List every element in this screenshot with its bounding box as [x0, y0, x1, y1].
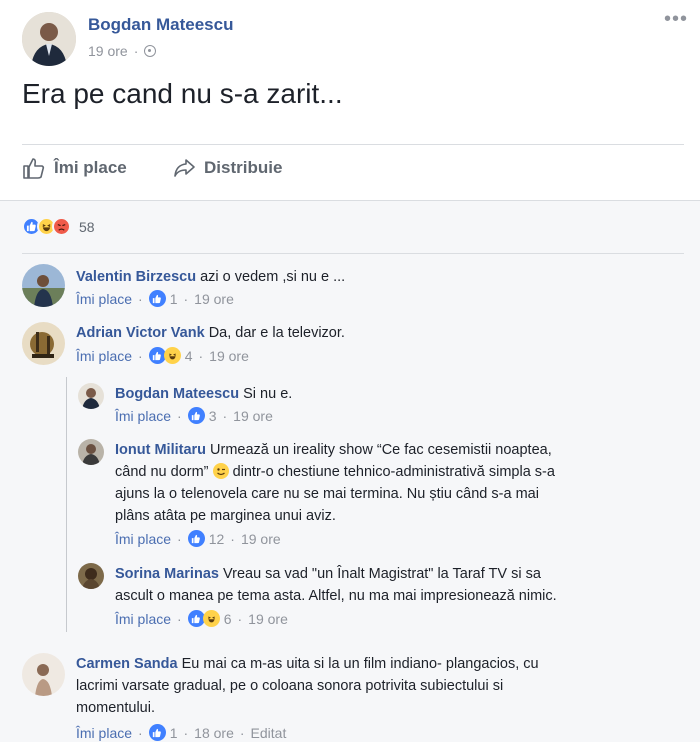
comment-text: Da, dar e la televizor.	[208, 325, 345, 341]
comment-body: Bogdan Mateescu Si nu e.	[115, 383, 292, 405]
thumbs-up-icon	[23, 158, 45, 179]
reply-thread-line	[66, 377, 67, 632]
comment-time[interactable]: 19 ore	[209, 348, 249, 364]
comment-like-count[interactable]: 3	[209, 408, 217, 424]
separator: ·	[177, 530, 182, 547]
comment-like-link[interactable]: Îmi place	[115, 408, 171, 424]
post-text: Era pe cand nu s-a zarit...	[22, 78, 343, 109]
comment-body: Adrian Victor Vank Da, dar e la televizo…	[76, 322, 345, 344]
angry-reaction-icon	[52, 217, 71, 236]
comment-text: azi o vedem ,si nu e ...	[200, 269, 346, 285]
comment-like-link[interactable]: Îmi place	[115, 611, 171, 627]
comment-body: Carmen Sanda Eu mai ca m-as uita si la u…	[76, 653, 676, 719]
post-meta: 19 ore ·	[88, 43, 157, 59]
commenter-avatar[interactable]	[78, 439, 104, 465]
comment-text: ascult o manea pe tema asta. Altfel, nu …	[115, 588, 557, 604]
commenter-avatar[interactable]	[22, 322, 65, 365]
comment-footer: Îmi place · 1 · 19 ore	[76, 290, 234, 307]
comment-like-count[interactable]: 12	[209, 531, 225, 547]
divider	[22, 144, 684, 145]
comment-like-count[interactable]: 1	[170, 291, 178, 307]
commenter-avatar[interactable]	[22, 264, 65, 307]
comment-text: dintr-o chestiune tehnico-administrativă…	[232, 464, 555, 480]
comment-text: Si nu e.	[243, 386, 293, 402]
post-author[interactable]: Bogdan Mateescu	[88, 15, 233, 35]
more-dots-icon[interactable]: •••	[664, 8, 688, 31]
comment-footer: Îmi place · 4 · 19 ore	[76, 347, 249, 364]
comment-time[interactable]: 19 ore	[233, 408, 273, 424]
comment-like-count[interactable]: 6	[224, 611, 232, 627]
haha-reaction-icon	[202, 610, 220, 627]
like-reaction-icon	[187, 530, 205, 547]
separator: ·	[138, 347, 143, 364]
comment-text: Vreau sa vad "un Înalt Magistrat" la Tar…	[222, 566, 541, 582]
commenter-name[interactable]: Carmen Sanda	[76, 656, 178, 672]
separator: ·	[183, 290, 189, 307]
commenter-avatar[interactable]	[22, 653, 65, 696]
comment-time[interactable]: 18 ore	[194, 725, 234, 741]
commenter-name[interactable]: Bogdan Mateescu	[115, 386, 239, 402]
separator: ·	[237, 610, 243, 627]
share-arrow-icon	[174, 159, 195, 177]
separator: ·	[177, 407, 182, 424]
edited-label[interactable]: Editat	[251, 725, 287, 741]
comment-body: Valentin Birzescu azi o vedem ,si nu e .…	[76, 266, 345, 288]
comment-footer: Îmi place · 1 · 18 ore · Editat	[76, 724, 286, 741]
separator: ·	[183, 724, 189, 741]
commenter-name[interactable]: Ionut Militaru	[115, 442, 206, 458]
comment-text: lacrimi varsate gradual, pe o coloana so…	[76, 678, 504, 694]
reaction-count: 58	[79, 218, 95, 235]
meta-separator: ·	[133, 43, 139, 59]
like-label: Îmi place	[54, 158, 127, 177]
like-reaction-icon	[187, 407, 205, 424]
separator: ·	[138, 724, 143, 741]
comment-text: ajuns la o telenovela care nu se mai ter…	[115, 486, 539, 502]
comment-body: Ionut Militaru Urmează un ireality show …	[115, 439, 655, 527]
share-button[interactable]: Distribuie	[172, 156, 282, 180]
like-reaction-icon	[148, 724, 166, 741]
comment-text: momentului.	[76, 700, 155, 716]
like-button[interactable]: Îmi place	[22, 156, 127, 180]
comment-like-link[interactable]: Îmi place	[115, 531, 171, 547]
divider	[22, 253, 684, 254]
commenter-name[interactable]: Valentin Birzescu	[76, 269, 196, 285]
globe-icon	[144, 45, 157, 57]
comments-section: 58 Valentin Birzescu azi o vedem ,si nu …	[0, 200, 700, 742]
comment-like-count[interactable]: 1	[170, 725, 178, 741]
commenter-avatar[interactable]	[78, 563, 104, 589]
commenter-name[interactable]: Sorina Marinas	[115, 566, 219, 582]
comment-like-link[interactable]: Îmi place	[76, 348, 132, 364]
separator: ·	[198, 347, 204, 364]
comment-time[interactable]: 19 ore	[194, 291, 234, 307]
comment-time[interactable]: 19 ore	[241, 531, 281, 547]
separator: ·	[230, 530, 235, 547]
comment-time[interactable]: 19 ore	[248, 611, 288, 627]
comment-like-link[interactable]: Îmi place	[76, 291, 132, 307]
comment-text: când nu dorm”	[115, 464, 209, 480]
comment-body: Sorina Marinas Vreau sa vad "un Înalt Ma…	[115, 563, 655, 607]
commenter-avatar[interactable]	[78, 383, 104, 409]
share-label: Distribuie	[204, 158, 283, 177]
reactions-summary[interactable]: 58	[22, 217, 95, 236]
post-time[interactable]: 19 ore	[88, 43, 128, 59]
haha-reaction-icon	[163, 347, 181, 364]
comment-text: Eu mai ca m-as uita si la un film indian…	[181, 656, 539, 672]
separator: ·	[138, 290, 143, 307]
comment-like-link[interactable]: Îmi place	[76, 725, 132, 741]
comment-text: plâns atâta pe marginea unui aviz.	[115, 508, 336, 524]
separator: ·	[177, 610, 182, 627]
wink-emoji-icon	[212, 463, 229, 479]
author-avatar[interactable]	[22, 12, 76, 66]
post-header: Bogdan Mateescu 19 ore · ••• Era pe cand…	[0, 0, 700, 200]
comment-footer: Îmi place · 6 · 19 ore	[115, 610, 288, 627]
comment-text: Urmează un ireality show “Ce fac cesemis…	[210, 442, 552, 458]
comment-like-count[interactable]: 4	[185, 348, 193, 364]
commenter-name[interactable]: Adrian Victor Vank	[76, 325, 205, 341]
comment-footer: Îmi place · 3 · 19 ore	[115, 407, 273, 424]
separator: ·	[239, 724, 245, 741]
like-reaction-icon	[148, 290, 166, 307]
separator: ·	[222, 407, 228, 424]
comment-footer: Îmi place · 12 · 19 ore	[115, 530, 281, 547]
